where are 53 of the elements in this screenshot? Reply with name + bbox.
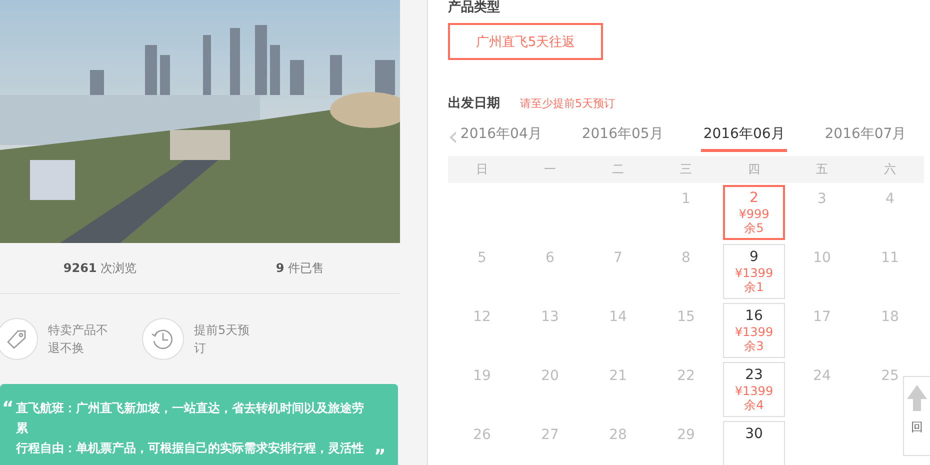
close-quote: ” (373, 446, 387, 465)
feature-text: 提前5天预订 (194, 322, 251, 357)
stat-text: 9 件已售 (274, 260, 326, 276)
calendar-day: 12 (473, 309, 491, 326)
calendar-day: 5 (478, 250, 486, 267)
month-tab[interactable]: 2016年06月 (701, 125, 787, 152)
up-arrow-icon (907, 383, 927, 413)
calendar-day: 15 (677, 309, 695, 326)
bookable-day[interactable]: 30 (723, 421, 785, 465)
weekday-label: 五 (815, 161, 829, 178)
month-tab[interactable]: 2016年05月 (580, 125, 666, 152)
calendar-day: 21 (609, 368, 627, 385)
calendar-day: 19 (473, 368, 491, 385)
bookable-day[interactable]: 23 ¥1399 余4 (723, 362, 785, 417)
calendar-day: 11 (881, 250, 899, 267)
feature-text: 特卖产品不退不换 (48, 322, 109, 357)
bookable-day[interactable]: 16 ¥1399 余3 (723, 303, 785, 358)
calendar-day: 10 (813, 250, 831, 267)
highlight-text: 直飞航班：广州直飞新加坡，一站直达，省去转机时间以及旅途劳累 (16, 400, 365, 437)
calendar-day: 27 (541, 427, 559, 444)
calendar-day: 7 (614, 250, 622, 267)
calendar-day: 20 (541, 368, 559, 385)
calendar-day: 26 (473, 427, 491, 444)
calendar-day: 17 (813, 309, 831, 326)
calendar-day: 22 (677, 368, 695, 385)
calendar-day: 29 (677, 427, 695, 444)
highlight-text: 行程自由：单机票产品，可根据自己的实际需求安排行程，灵活性 (16, 440, 365, 457)
calendar-day: 3 (818, 191, 826, 208)
weekday-label: 四 (747, 161, 761, 178)
stat-text: 9261 次浏览 (62, 260, 138, 276)
weekday-label: 日 (475, 161, 489, 178)
weekday-label: 一 (543, 161, 557, 178)
booking-hint: 请至少提前5天预订 (520, 96, 615, 111)
calendar-day: 13 (541, 309, 559, 326)
calendar-day: 1 (682, 191, 690, 208)
month-tab[interactable]: 2016年07月 (822, 125, 908, 152)
back-to-top-button[interactable]: 回 (903, 376, 930, 456)
bookable-day[interactable]: 9 ¥1399 余1 (723, 244, 785, 299)
section-label: 产品类型 (448, 0, 501, 16)
calendar-day: 25 (881, 368, 899, 385)
calendar-day: 24 (813, 368, 831, 385)
calendar-day: 14 (609, 309, 627, 326)
month-tab[interactable]: 2016年04月 (458, 125, 544, 152)
weekday-label: 六 (883, 161, 897, 178)
calendar-day: 4 (886, 191, 894, 208)
section-label: 出发日期 (448, 96, 500, 112)
calendar-day: 28 (609, 427, 627, 444)
calendar-day: 6 (546, 250, 554, 267)
weekday-label: 三 (679, 161, 693, 178)
weekday-label: 二 (611, 161, 625, 178)
calendar-day: 8 (682, 250, 690, 267)
calendar-day: 18 (881, 309, 899, 326)
open-quote: “ (1, 398, 15, 421)
